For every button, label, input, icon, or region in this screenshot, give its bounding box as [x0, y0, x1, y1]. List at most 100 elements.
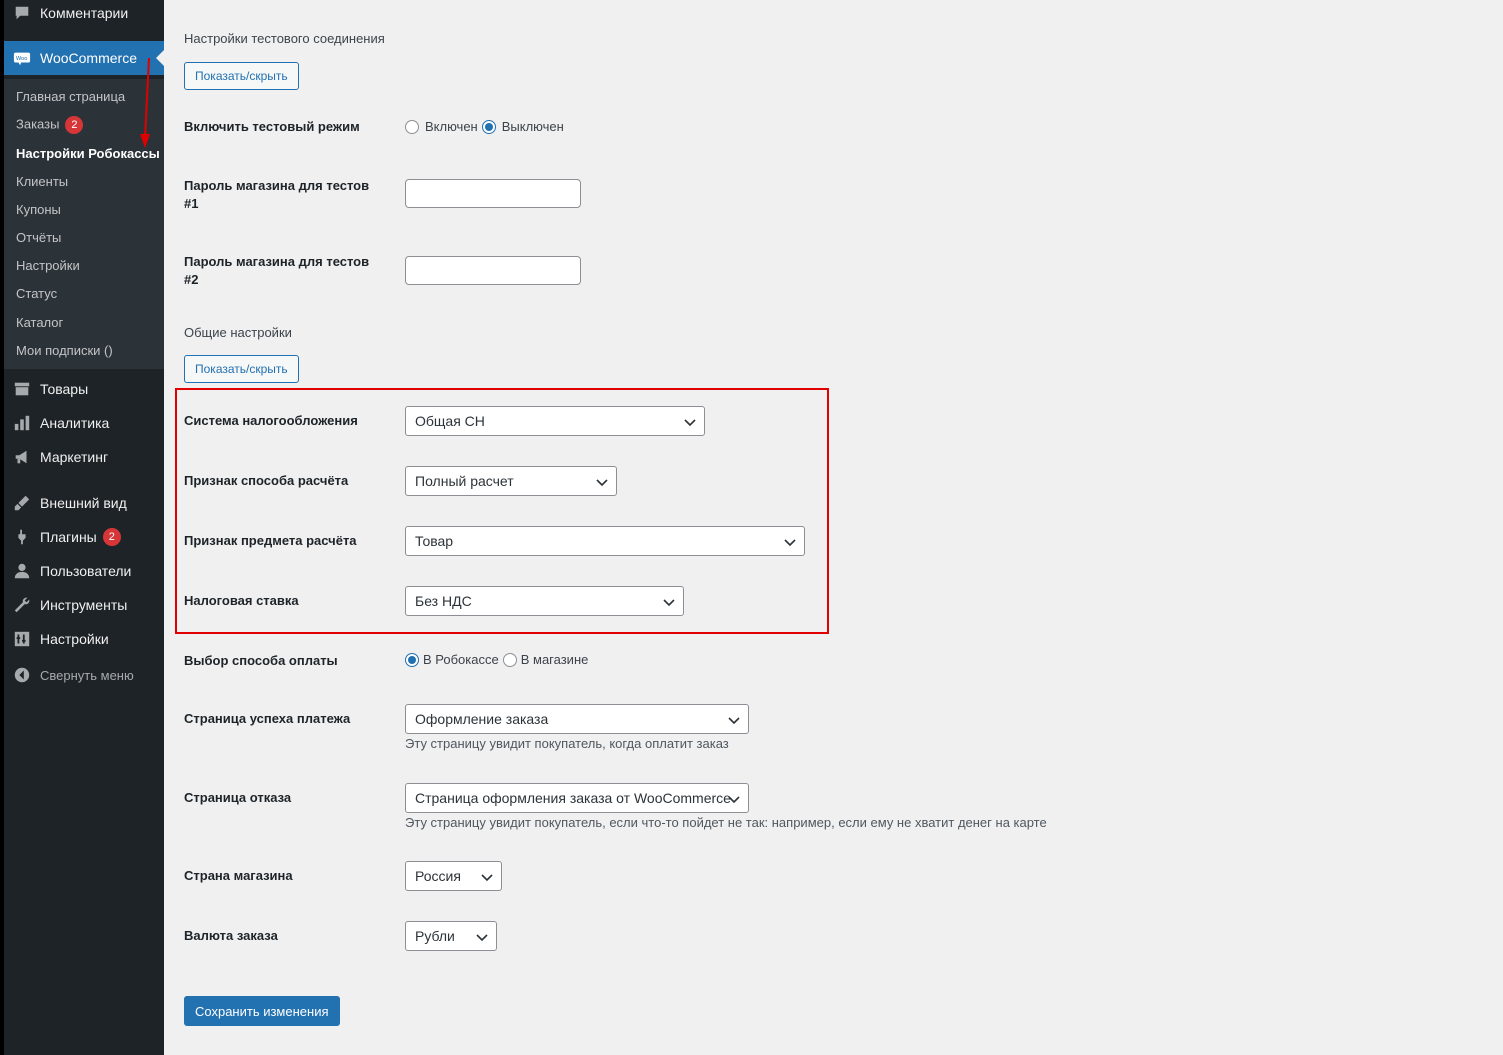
chevron-down-icon: [663, 595, 675, 607]
submenu-subscriptions[interactable]: Мои подписки (): [16, 343, 113, 358]
tax-system-value: Общая СН: [415, 413, 485, 429]
currency-value: Рубли: [415, 928, 455, 944]
test-toggle-button[interactable]: Показать/скрыть: [184, 62, 299, 90]
menu-tools-label: Инструменты: [40, 597, 128, 613]
country-value: Россия: [415, 868, 461, 884]
menu-comments[interactable]: Комментарии: [4, 0, 164, 30]
tax-system-label: Система налогообложения: [184, 413, 358, 428]
success-page-select[interactable]: Оформление заказа: [405, 704, 749, 734]
active-menu-notch: [156, 50, 164, 66]
chevron-down-icon: [476, 930, 488, 942]
fail-page-label: Страница отказа: [184, 790, 292, 805]
test-password2-label: Пароль магазина для тестов #2: [184, 254, 370, 287]
menu-analytics-label: Аналитика: [40, 415, 110, 431]
menu-appearance-label: Внешний вид: [40, 495, 127, 511]
chevron-down-icon: [596, 475, 608, 487]
test-mode-radio-group: Включен Выключен: [405, 119, 568, 134]
settings-icon: [12, 629, 32, 649]
user-icon: [12, 561, 32, 581]
collapse-menu-button[interactable]: Свернуть меню: [4, 661, 164, 689]
menu-tools[interactable]: Инструменты: [4, 588, 164, 622]
menu-users[interactable]: Пользователи: [4, 554, 164, 588]
menu-plugins[interactable]: Плагины 2: [4, 520, 164, 554]
country-label: Страна магазина: [184, 868, 293, 883]
submenu-status[interactable]: Статус: [16, 286, 57, 301]
general-section-title: Общие настройки: [184, 325, 292, 340]
test-mode-off-radio[interactable]: [481, 119, 496, 134]
general-toggle-button[interactable]: Показать/скрыть: [184, 355, 299, 383]
submenu-settings[interactable]: Настройки: [16, 258, 80, 273]
submenu-catalog-label: Каталог: [16, 315, 64, 330]
brush-icon: [12, 493, 32, 513]
test-password2-input[interactable]: [405, 256, 581, 285]
submenu-orders[interactable]: Заказы 2: [16, 116, 84, 134]
menu-analytics[interactable]: Аналитика: [4, 406, 164, 440]
tax-rate-label: Налоговая ставка: [184, 593, 299, 608]
bar-chart-icon: [12, 413, 32, 433]
comment-icon: [12, 3, 32, 23]
submenu-customers-label: Клиенты: [16, 174, 69, 189]
menu-appearance[interactable]: Внешний вид: [4, 486, 164, 520]
submenu-settings-label: Настройки: [16, 258, 80, 273]
collapse-menu-label: Свернуть меню: [40, 667, 134, 683]
fail-page-value: Страница оформления заказа от WooCommerc…: [415, 790, 731, 806]
menu-marketing[interactable]: Маркетинг: [4, 440, 164, 474]
success-page-value: Оформление заказа: [415, 711, 549, 727]
menu-plugins-label: Плагины: [40, 529, 97, 545]
test-section-title: Настройки тестового соединения: [184, 31, 385, 46]
payment-choice-radio-group: В Робокассе В магазине: [405, 652, 592, 667]
chevron-down-icon: [481, 870, 493, 882]
menu-marketing-label: Маркетинг: [40, 449, 109, 465]
menu-settings-label: Настройки: [40, 631, 109, 647]
submenu-reports[interactable]: Отчёты: [16, 230, 61, 245]
fail-page-select[interactable]: Страница оформления заказа от WooCommerc…: [405, 783, 749, 813]
megaphone-icon: [12, 447, 32, 467]
chevron-down-icon: [728, 713, 740, 725]
archive-icon: [12, 379, 32, 399]
test-mode-on-radio[interactable]: [405, 119, 419, 134]
tax-system-select[interactable]: Общая СН: [405, 406, 705, 436]
save-changes-button[interactable]: Сохранить изменения: [184, 996, 340, 1026]
submenu-home-label: Главная страница: [16, 89, 126, 104]
menu-settings[interactable]: Настройки: [4, 622, 164, 656]
admin-sidebar: Комментарии Woo WooCommerce Главная стра…: [4, 0, 164, 1055]
wrench-icon: [12, 595, 32, 615]
menu-products-label: Товары: [40, 381, 89, 397]
orders-count-badge: 2: [65, 116, 84, 134]
payment-object-select[interactable]: Товар: [405, 526, 805, 556]
plugin-icon: [12, 527, 32, 547]
red-arrow-annotation: [140, 58, 150, 148]
test-mode-off-label: Выключен: [501, 119, 564, 134]
submenu-reports-label: Отчёты: [16, 230, 62, 245]
submenu-home[interactable]: Главная страница: [16, 89, 125, 104]
payment-method-select[interactable]: Полный расчет: [405, 466, 617, 496]
submenu-status-label: Статус: [16, 286, 58, 301]
submenu-robokassa-label: Настройки Робокассы: [16, 146, 160, 161]
submenu-orders-label: Заказы: [16, 116, 60, 132]
pay-robokassa-label: В Робокассе: [423, 652, 499, 667]
submenu-coupons-label: Купоны: [16, 202, 61, 217]
plugins-count-badge: 2: [102, 528, 121, 546]
chevron-down-icon: [784, 535, 796, 547]
pay-robokassa-radio[interactable]: [405, 652, 419, 667]
collapse-arrow-icon: [12, 665, 32, 685]
menu-products[interactable]: Товары: [4, 372, 164, 406]
test-password1-input[interactable]: [405, 179, 581, 208]
submenu-catalog[interactable]: Каталог: [16, 315, 63, 330]
success-page-label: Страница успеха платежа: [184, 711, 351, 726]
tax-rate-select[interactable]: Без НДС: [405, 586, 684, 616]
settings-content: Настройки тестового соединения Показать/…: [164, 0, 1503, 1055]
payment-object-value: Товар: [415, 533, 454, 549]
currency-label: Валюта заказа: [184, 928, 278, 943]
menu-woocommerce-label: WooCommerce: [40, 50, 137, 66]
woocommerce-icon: Woo: [12, 48, 32, 68]
country-select[interactable]: Россия: [405, 861, 502, 891]
test-mode-on-label: Включен: [425, 119, 478, 134]
currency-select[interactable]: Рубли: [405, 921, 497, 951]
pay-in-store-radio[interactable]: [502, 652, 517, 667]
submenu-robokassa-settings[interactable]: Настройки Робокассы: [16, 146, 160, 161]
success-page-help: Эту страницу увидит покупатель, когда оп…: [405, 736, 729, 751]
submenu-customers[interactable]: Клиенты: [16, 174, 68, 189]
payment-method-value: Полный расчет: [415, 473, 514, 489]
submenu-coupons[interactable]: Купоны: [16, 202, 61, 217]
